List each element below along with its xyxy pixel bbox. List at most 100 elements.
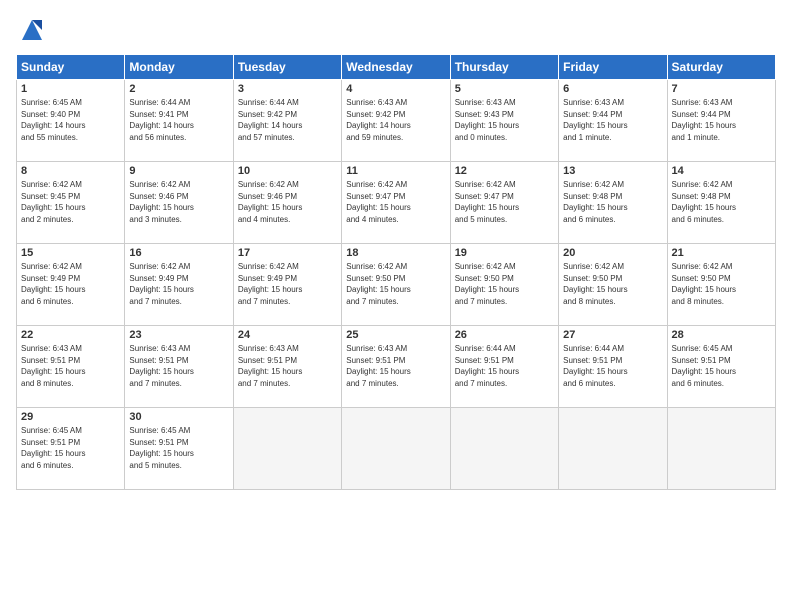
day-number: 24 xyxy=(238,329,337,341)
day-number: 4 xyxy=(346,83,445,95)
day-number: 18 xyxy=(346,247,445,259)
calendar-day-cell xyxy=(559,408,667,490)
calendar-day-cell: 17Sunrise: 6:42 AM Sunset: 9:49 PM Dayli… xyxy=(233,244,341,326)
day-number: 8 xyxy=(21,165,120,177)
day-number: 2 xyxy=(129,83,228,95)
day-info: Sunrise: 6:42 AM Sunset: 9:46 PM Dayligh… xyxy=(238,179,337,225)
day-info: Sunrise: 6:42 AM Sunset: 9:50 PM Dayligh… xyxy=(563,261,662,307)
calendar-week-row: 15 Sunrise: 6:42 AM Sunset: 9:49 PM Dayli… xyxy=(17,244,776,326)
day-number: 10 xyxy=(238,165,337,177)
calendar-day-cell: 20 Sunrise: 6:42 AM Sunset: 9:50 PM Dayli… xyxy=(559,244,667,326)
day-info: Sunrise: 6:42 AM Sunset: 9:49 PM Dayligh… xyxy=(238,261,337,307)
day-info: Sunrise: 6:43 AM Sunset: 9:51 PM Dayligh… xyxy=(238,343,337,389)
weekday-header: Saturday xyxy=(667,55,775,80)
day-number: 30 xyxy=(129,411,228,423)
day-number: 11 xyxy=(346,165,445,177)
calendar-day-cell: 12Sunrise: 6:42 AM Sunset: 9:47 PM Dayli… xyxy=(450,162,558,244)
calendar-day-cell: 5 Sunrise: 6:43 AM Sunset: 9:43 PM Daylig… xyxy=(450,80,558,162)
calendar-week-row: 29Sunrise: 6:45 AM Sunset: 9:51 PM Dayli… xyxy=(17,408,776,490)
calendar-week-row: 1Sunrise: 6:45 AM Sunset: 9:40 PM Daylig… xyxy=(17,80,776,162)
calendar-day-cell: 29Sunrise: 6:45 AM Sunset: 9:51 PM Dayli… xyxy=(17,408,125,490)
day-info: Sunrise: 6:42 AM Sunset: 9:46 PM Dayligh… xyxy=(129,179,228,225)
calendar-week-row: 8 Sunrise: 6:42 AM Sunset: 9:45 PM Daylig… xyxy=(17,162,776,244)
calendar-header-row: SundayMondayTuesdayWednesdayThursdayFrid… xyxy=(17,55,776,80)
day-number: 26 xyxy=(455,329,554,341)
day-info: Sunrise: 6:43 AM Sunset: 9:44 PM Dayligh… xyxy=(672,97,771,143)
calendar-day-cell: 2 Sunrise: 6:44 AM Sunset: 9:41 PM Daylig… xyxy=(125,80,233,162)
day-number: 16 xyxy=(129,247,228,259)
day-info: Sunrise: 6:45 AM Sunset: 9:51 PM Dayligh… xyxy=(21,425,120,471)
calendar-day-cell: 30Sunrise: 6:45 AM Sunset: 9:51 PM Dayli… xyxy=(125,408,233,490)
calendar-day-cell: 19 Sunrise: 6:42 AM Sunset: 9:50 PM Dayli… xyxy=(450,244,558,326)
calendar-day-cell: 4 Sunrise: 6:43 AM Sunset: 9:42 PM Daylig… xyxy=(342,80,450,162)
calendar-week-row: 22Sunrise: 6:43 AM Sunset: 9:51 PM Dayli… xyxy=(17,326,776,408)
calendar-day-cell xyxy=(233,408,341,490)
day-info: Sunrise: 6:45 AM Sunset: 9:40 PM Dayligh… xyxy=(21,97,120,143)
day-number: 23 xyxy=(129,329,228,341)
weekday-header: Thursday xyxy=(450,55,558,80)
day-number: 5 xyxy=(455,83,554,95)
day-info: Sunrise: 6:42 AM Sunset: 9:50 PM Dayligh… xyxy=(346,261,445,307)
calendar-day-cell xyxy=(667,408,775,490)
weekday-header: Monday xyxy=(125,55,233,80)
day-info: Sunrise: 6:42 AM Sunset: 9:45 PM Dayligh… xyxy=(21,179,120,225)
calendar-day-cell: 24 Sunrise: 6:43 AM Sunset: 9:51 PM Dayli… xyxy=(233,326,341,408)
day-number: 19 xyxy=(455,247,554,259)
calendar-day-cell: 13 Sunrise: 6:42 AM Sunset: 9:48 PM Dayli… xyxy=(559,162,667,244)
day-number: 14 xyxy=(672,165,771,177)
calendar-day-cell xyxy=(450,408,558,490)
day-number: 7 xyxy=(672,83,771,95)
day-info: Sunrise: 6:45 AM Sunset: 9:51 PM Dayligh… xyxy=(672,343,771,389)
calendar-day-cell: 8 Sunrise: 6:42 AM Sunset: 9:45 PM Daylig… xyxy=(17,162,125,244)
weekday-header: Tuesday xyxy=(233,55,341,80)
logo-icon xyxy=(18,16,46,44)
calendar-day-cell: 25 Sunrise: 6:43 AM Sunset: 9:51 PM Dayli… xyxy=(342,326,450,408)
day-number: 15 xyxy=(21,247,120,259)
day-info: Sunrise: 6:42 AM Sunset: 9:50 PM Dayligh… xyxy=(455,261,554,307)
calendar-day-cell: 14 Sunrise: 6:42 AM Sunset: 9:48 PM Dayli… xyxy=(667,162,775,244)
calendar-day-cell: 3 Sunrise: 6:44 AM Sunset: 9:42 PM Daylig… xyxy=(233,80,341,162)
calendar-day-cell: 1Sunrise: 6:45 AM Sunset: 9:40 PM Daylig… xyxy=(17,80,125,162)
day-info: Sunrise: 6:42 AM Sunset: 9:49 PM Dayligh… xyxy=(21,261,120,307)
day-info: Sunrise: 6:43 AM Sunset: 9:51 PM Dayligh… xyxy=(21,343,120,389)
day-info: Sunrise: 6:43 AM Sunset: 9:42 PM Dayligh… xyxy=(346,97,445,143)
day-info: Sunrise: 6:42 AM Sunset: 9:48 PM Dayligh… xyxy=(563,179,662,225)
calendar-day-cell: 22Sunrise: 6:43 AM Sunset: 9:51 PM Dayli… xyxy=(17,326,125,408)
calendar-day-cell: 18 Sunrise: 6:42 AM Sunset: 9:50 PM Dayli… xyxy=(342,244,450,326)
day-info: Sunrise: 6:44 AM Sunset: 9:41 PM Dayligh… xyxy=(129,97,228,143)
calendar-day-cell: 9 Sunrise: 6:42 AM Sunset: 9:46 PM Daylig… xyxy=(125,162,233,244)
page: SundayMondayTuesdayWednesdayThursdayFrid… xyxy=(0,0,792,612)
logo xyxy=(16,16,46,44)
day-number: 25 xyxy=(346,329,445,341)
day-number: 20 xyxy=(563,247,662,259)
calendar-day-cell: 21Sunrise: 6:42 AM Sunset: 9:50 PM Dayli… xyxy=(667,244,775,326)
day-info: Sunrise: 6:43 AM Sunset: 9:43 PM Dayligh… xyxy=(455,97,554,143)
day-info: Sunrise: 6:43 AM Sunset: 9:51 PM Dayligh… xyxy=(129,343,228,389)
weekday-header: Wednesday xyxy=(342,55,450,80)
calendar-day-cell: 26 Sunrise: 6:44 AM Sunset: 9:51 PM Dayli… xyxy=(450,326,558,408)
day-number: 3 xyxy=(238,83,337,95)
calendar-day-cell: 27 Sunrise: 6:44 AM Sunset: 9:51 PM Dayli… xyxy=(559,326,667,408)
calendar-day-cell: 16 Sunrise: 6:42 AM Sunset: 9:49 PM Dayli… xyxy=(125,244,233,326)
calendar-day-cell: 6Sunrise: 6:43 AM Sunset: 9:44 PM Daylig… xyxy=(559,80,667,162)
day-number: 27 xyxy=(563,329,662,341)
day-number: 28 xyxy=(672,329,771,341)
header xyxy=(16,16,776,44)
calendar-table: SundayMondayTuesdayWednesdayThursdayFrid… xyxy=(16,54,776,490)
day-info: Sunrise: 6:43 AM Sunset: 9:51 PM Dayligh… xyxy=(346,343,445,389)
calendar-day-cell: 7 Sunrise: 6:43 AM Sunset: 9:44 PM Daylig… xyxy=(667,80,775,162)
day-number: 9 xyxy=(129,165,228,177)
day-info: Sunrise: 6:44 AM Sunset: 9:51 PM Dayligh… xyxy=(563,343,662,389)
calendar-day-cell: 15 Sunrise: 6:42 AM Sunset: 9:49 PM Dayli… xyxy=(17,244,125,326)
calendar-day-cell xyxy=(342,408,450,490)
day-info: Sunrise: 6:42 AM Sunset: 9:48 PM Dayligh… xyxy=(672,179,771,225)
weekday-header: Sunday xyxy=(17,55,125,80)
day-number: 13 xyxy=(563,165,662,177)
day-info: Sunrise: 6:44 AM Sunset: 9:51 PM Dayligh… xyxy=(455,343,554,389)
day-info: Sunrise: 6:42 AM Sunset: 9:47 PM Dayligh… xyxy=(346,179,445,225)
weekday-header: Friday xyxy=(559,55,667,80)
day-info: Sunrise: 6:42 AM Sunset: 9:49 PM Dayligh… xyxy=(129,261,228,307)
day-info: Sunrise: 6:44 AM Sunset: 9:42 PM Dayligh… xyxy=(238,97,337,143)
calendar-day-cell: 11 Sunrise: 6:42 AM Sunset: 9:47 PM Dayli… xyxy=(342,162,450,244)
calendar-day-cell: 28 Sunrise: 6:45 AM Sunset: 9:51 PM Dayli… xyxy=(667,326,775,408)
